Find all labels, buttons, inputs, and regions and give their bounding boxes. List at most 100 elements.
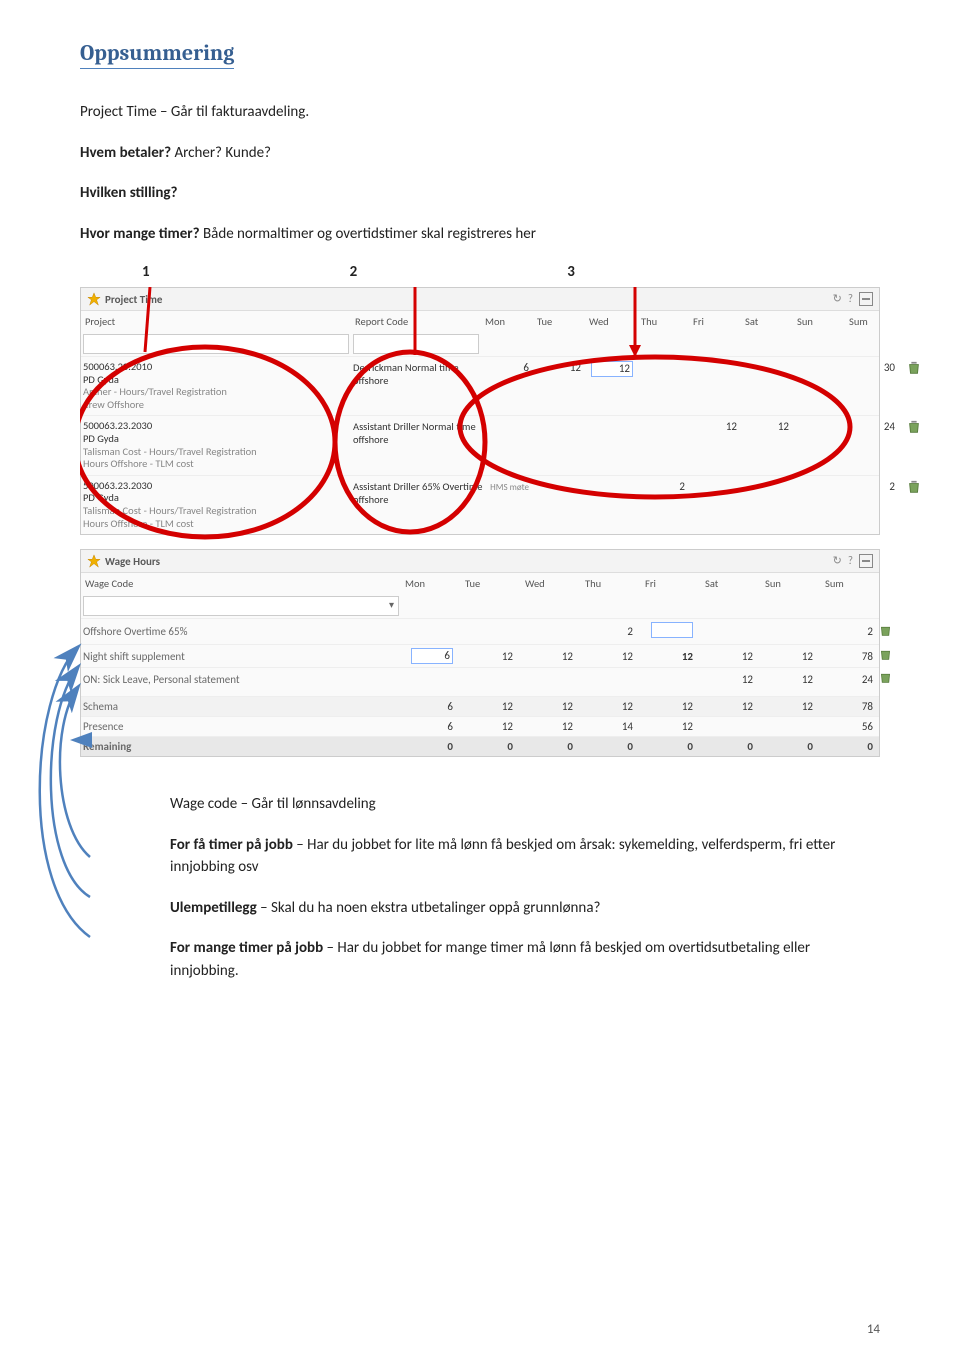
mon-cell: 6 [403, 720, 463, 733]
project-time-header: Project Time ↻ ? [81, 288, 879, 311]
sat-cell: 12 [703, 700, 763, 713]
report-code-cell[interactable]: Assistant Driller Normal time offshore [353, 420, 483, 446]
refresh-icon[interactable]: ↻ [833, 292, 842, 306]
fri-cell[interactable]: 12 [643, 650, 703, 663]
presence-label: Presence [83, 720, 403, 733]
col-sat: Sat [741, 311, 793, 332]
sum-cell: 78 [823, 650, 879, 663]
mon-cell: 0 [403, 740, 463, 753]
sum-cell: 56 [823, 720, 879, 733]
trash-icon [879, 671, 892, 684]
wage-code-label[interactable]: Offshore Overtime 65% [83, 625, 403, 638]
delete-row-button[interactable] [879, 624, 903, 640]
wed-cell[interactable]: 12 [587, 361, 639, 377]
report-code-cell[interactable]: Derrickman Normal time offshore [353, 361, 483, 387]
wed-cell: 12 [523, 720, 583, 733]
tue-cell[interactable]: 12 [463, 650, 523, 663]
col-report-code: Report Code [351, 311, 481, 332]
thu-cell[interactable]: 12 [583, 650, 643, 663]
col-thu: Thu [637, 311, 689, 332]
trash-icon [879, 648, 892, 661]
sum-cell: 78 [823, 700, 879, 713]
wed-cell[interactable]: 12 [523, 650, 583, 663]
col-fri: Fri [689, 311, 741, 332]
wage-code-label[interactable]: ON: Sick Leave, Personal statement [83, 673, 403, 686]
wage-code-label[interactable]: Night shift supplement [83, 650, 403, 663]
project-time-title: Project Time [105, 293, 162, 306]
project-cell[interactable]: 500063.23.2030 PD Gyda Talisman Cost - H… [83, 420, 353, 470]
col-mon: Mon [481, 311, 533, 332]
table-row: Night shift supplement 6 12 12 12 12 12 … [81, 644, 879, 667]
sat-cell[interactable]: 12 [703, 673, 763, 686]
intro-line-1: Project Time – Går til fakturaavdeling. [80, 101, 880, 124]
project-cell[interactable]: 500063.20.2010 PD Gyda Archer - Hours/Tr… [83, 361, 353, 411]
project-cell[interactable]: 500063.23.2030 PD Gyda Talisman Cost - H… [83, 480, 353, 530]
sun-cell: 12 [763, 700, 823, 713]
body-p4: For mange timer på jobb – Har du jobbet … [170, 937, 880, 982]
table-row: ON: Sick Leave, Personal statement 12 12… [81, 667, 879, 690]
fri-cell[interactable]: 12 [691, 420, 743, 433]
col-wed: Wed [521, 573, 581, 594]
callout-numbers: 1 2 3 [80, 263, 880, 281]
sun-cell[interactable]: 12 [763, 673, 823, 686]
col-sum: Sum [821, 573, 877, 594]
body-p2: For få timer på jobb – Har du jobbet for… [170, 834, 880, 879]
trash-icon [907, 480, 921, 494]
thu-cell: 14 [583, 720, 643, 733]
report-code-input[interactable] [353, 334, 479, 354]
callout-2: 2 [350, 263, 358, 281]
intro-line-2: Hvem betaler? Archer? Kunde? [80, 142, 880, 165]
wed-cell: 0 [523, 740, 583, 753]
delete-row-button[interactable] [879, 671, 903, 687]
fri-cell[interactable] [643, 622, 703, 641]
remaining-label: Remaining [83, 740, 403, 753]
mon-cell[interactable]: 6 [483, 361, 535, 374]
col-sun: Sun [761, 573, 821, 594]
project-time-col-headers: Project Report Code Mon Tue Wed Thu Fri … [81, 311, 879, 332]
minimize-icon[interactable] [859, 292, 873, 306]
help-icon[interactable]: ? [848, 554, 853, 568]
sum-cell: 30 [847, 361, 899, 374]
sat-cell: 0 [703, 740, 763, 753]
page-number: 14 [867, 1322, 880, 1337]
help-icon[interactable]: ? [848, 292, 853, 306]
wage-hours-title: Wage Hours [105, 555, 160, 568]
col-sun: Sun [793, 311, 845, 332]
thu-cell[interactable]: 2 [583, 625, 643, 638]
tue-cell: 12 [463, 720, 523, 733]
table-row: 500063.23.2030 PD Gyda Talisman Cost - H… [81, 475, 879, 534]
schema-row: Schema 6 12 12 12 12 12 12 78 [81, 696, 879, 716]
project-input[interactable] [83, 334, 349, 354]
wage-col-headers: Wage Code Mon Tue Wed Thu Fri Sat Sun Su… [81, 573, 879, 594]
delete-row-button[interactable] [879, 648, 903, 664]
refresh-icon[interactable]: ↻ [833, 554, 842, 568]
sun-cell[interactable]: 12 [763, 650, 823, 663]
table-row: 500063.20.2010 PD Gyda Archer - Hours/Tr… [81, 356, 879, 415]
sum-cell: 24 [847, 420, 899, 433]
sat-cell[interactable]: 12 [743, 420, 795, 433]
schema-label: Schema [83, 700, 403, 713]
wage-code-select[interactable] [83, 596, 399, 616]
mon-cell[interactable]: 6 [403, 648, 463, 664]
thu-cell[interactable]: 2 [639, 480, 691, 493]
callout-3: 3 [567, 263, 575, 281]
table-row: Offshore Overtime 65% 2 2 [81, 618, 879, 644]
page-heading: Oppsummering [80, 40, 234, 69]
mon-cell[interactable]: HMS møte [483, 480, 535, 493]
project-time-icon [87, 292, 101, 306]
delete-row-button[interactable] [907, 420, 921, 437]
delete-row-button[interactable] [907, 361, 921, 378]
col-tue: Tue [533, 311, 585, 332]
report-code-cell[interactable]: Assistant Driller 65% Overtime offshore [353, 480, 483, 506]
body-p1: Wage code – Går til lønnsavdeling [170, 793, 880, 816]
presence-row: Presence 6 12 12 14 12 56 [81, 716, 879, 736]
minimize-icon[interactable] [859, 554, 873, 568]
tue-cell[interactable]: 12 [535, 361, 587, 374]
col-tue: Tue [461, 573, 521, 594]
screenshot-area: Project Time ↻ ? Project Report Code Mon… [80, 287, 880, 757]
col-wage-code: Wage Code [81, 573, 401, 594]
trash-icon [879, 624, 892, 637]
delete-row-button[interactable] [907, 480, 921, 497]
sat-cell[interactable]: 12 [703, 650, 763, 663]
sum-cell: 2 [823, 625, 879, 638]
